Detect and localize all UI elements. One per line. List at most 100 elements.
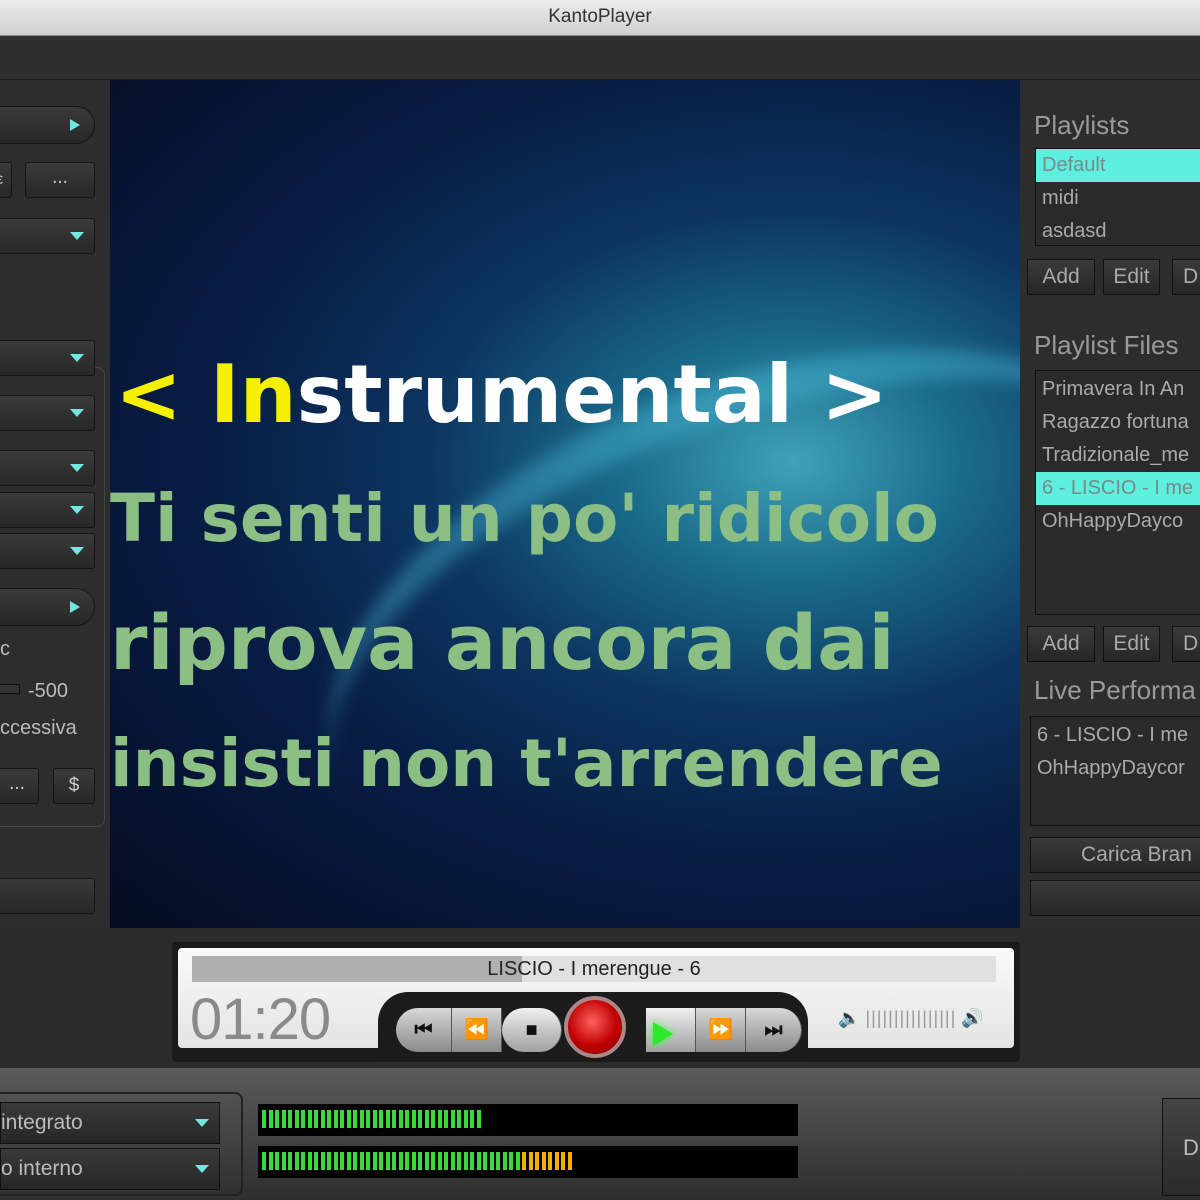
meter-segment [450, 1110, 455, 1128]
partial-button-label: ε [0, 171, 3, 188]
meter-segment [470, 1152, 474, 1170]
file-item[interactable]: OhHappyDayco [1036, 505, 1200, 538]
meter-segment [268, 1110, 273, 1128]
more-button[interactable]: ... [0, 768, 39, 804]
skip-back-icon: ⏮ [414, 1019, 433, 1041]
file-item[interactable]: Ragazzo fortuna [1036, 406, 1200, 439]
meter-segment [535, 1152, 539, 1170]
chevron-down-icon [70, 464, 84, 472]
d-button[interactable]: D [1162, 1098, 1200, 1196]
meter-segment [320, 1152, 325, 1170]
meter-segment [262, 1152, 266, 1170]
files-edit-button[interactable]: Edit [1103, 626, 1160, 662]
chevron-down-icon [70, 506, 84, 514]
window-title: KantoPlayer [0, 0, 1200, 36]
volume-slider[interactable]: |||||||||||||||| [865, 1008, 956, 1028]
expand-section-button[interactable] [0, 106, 95, 144]
meter-segment [489, 1152, 494, 1170]
file-item[interactable]: 6 - LISCIO - I me [1036, 472, 1200, 505]
meter-segment [392, 1152, 396, 1170]
meter-segment [502, 1152, 507, 1170]
volume-control[interactable]: 🔈 |||||||||||||||| 🔊 [838, 1008, 1008, 1038]
meter-segment [307, 1152, 312, 1170]
elapsed-time: 01:20 [190, 987, 331, 1052]
meter-segment [470, 1110, 474, 1128]
play-button[interactable] [653, 1022, 673, 1046]
chevron-down-icon [70, 409, 84, 417]
meter-segment [424, 1110, 429, 1128]
dropdown-6[interactable] [0, 533, 95, 569]
stop-button[interactable]: ■ [502, 1008, 562, 1052]
left-panel: ε ... c -500 ccessiva ... $ [0, 80, 110, 928]
meter-segment [359, 1110, 364, 1128]
output-select-1[interactable]: integrato [0, 1102, 220, 1144]
level-meter-bottom [258, 1146, 798, 1178]
meter-segment [340, 1110, 344, 1128]
meter-segment [268, 1152, 273, 1170]
meter-segment [307, 1110, 312, 1128]
live-performance-title: Live Performa [1034, 675, 1196, 705]
dropdown-5[interactable] [0, 492, 95, 528]
partial-label: c [0, 638, 10, 660]
live-item[interactable]: 6 - LISCIO - I me [1031, 719, 1200, 752]
meter-segment [554, 1152, 559, 1170]
meter-segment [372, 1152, 377, 1170]
meter-segment [424, 1152, 429, 1170]
playlist-item[interactable]: Default [1036, 149, 1200, 182]
lyric-line-2: Ti senti un po' ridicolo [110, 480, 939, 557]
chevron-down-icon [70, 547, 84, 555]
dropdown-4[interactable] [0, 450, 95, 486]
dollar-button[interactable]: $ [53, 768, 95, 804]
partial-button[interactable]: ε [0, 162, 12, 198]
dropdown-2[interactable] [0, 340, 95, 376]
meter-segment [314, 1152, 318, 1170]
dropdown-1[interactable] [0, 218, 95, 254]
meter-segment [398, 1152, 403, 1170]
extra-button[interactable] [1030, 880, 1200, 916]
meter-segment [281, 1152, 286, 1170]
meter-segment [457, 1152, 461, 1170]
files-delete-button[interactable]: D [1172, 626, 1200, 662]
meter-segment [340, 1152, 344, 1170]
skip-back-button[interactable]: ⏮ [396, 1008, 452, 1052]
meter-segment [366, 1152, 370, 1170]
slider-value: -500 [28, 680, 69, 702]
meter-segment [301, 1110, 305, 1128]
playlist-files-list[interactable]: Primavera In An Ragazzo fortuna Tradizio… [1035, 370, 1200, 615]
right-panel: Playlists Default midi asdasd Add Edit D… [1020, 80, 1200, 928]
record-button[interactable] [564, 996, 626, 1058]
browse-button[interactable]: ... [25, 162, 95, 198]
song-progress-bar[interactable]: LISCIO - I merengue - 6 [192, 956, 996, 982]
skip-forward-button[interactable]: ⏭ [746, 1008, 802, 1052]
files-add-button[interactable]: Add [1027, 626, 1095, 662]
meter-segment [333, 1110, 338, 1128]
playlist-edit-button[interactable]: Edit [1103, 259, 1160, 295]
meter-segment [437, 1152, 442, 1170]
fast-forward-button[interactable]: ⏩ [696, 1008, 746, 1052]
file-item[interactable]: Tradizionale_me [1036, 439, 1200, 472]
file-item[interactable]: Primavera In An [1036, 373, 1200, 406]
live-performance-list[interactable]: 6 - LISCIO - I me OhHappyDaycor [1030, 716, 1200, 826]
rewind-icon: ⏪ [464, 1019, 489, 1041]
playlist-add-button[interactable]: Add [1027, 259, 1095, 295]
playlist-delete-button[interactable]: D [1172, 259, 1200, 295]
playlist-item[interactable]: asdasd [1036, 215, 1200, 245]
output-select-1-value: integrato [1, 1111, 83, 1134]
meter-segment [320, 1110, 325, 1128]
background-wave [251, 241, 1020, 928]
live-item[interactable]: OhHappyDaycor [1031, 752, 1200, 785]
dropdown-3[interactable] [0, 395, 95, 431]
bottom-left-button[interactable] [0, 878, 95, 914]
meter-segment [515, 1152, 520, 1170]
expand-section-button-2[interactable] [0, 588, 95, 626]
rewind-button[interactable]: ⏪ [452, 1008, 502, 1052]
output-select-2[interactable]: o interno [0, 1148, 220, 1190]
playlists-list[interactable]: Default midi asdasd [1035, 148, 1200, 246]
load-song-button[interactable]: Carica Bran [1030, 837, 1200, 873]
meter-segment [496, 1152, 500, 1170]
skip-forward-icon: ⏭ [764, 1019, 783, 1041]
volume-high-icon: 🔊 [961, 1008, 984, 1028]
slider[interactable] [0, 684, 20, 694]
playlist-item[interactable]: midi [1036, 182, 1200, 215]
meter-segment [528, 1152, 533, 1170]
